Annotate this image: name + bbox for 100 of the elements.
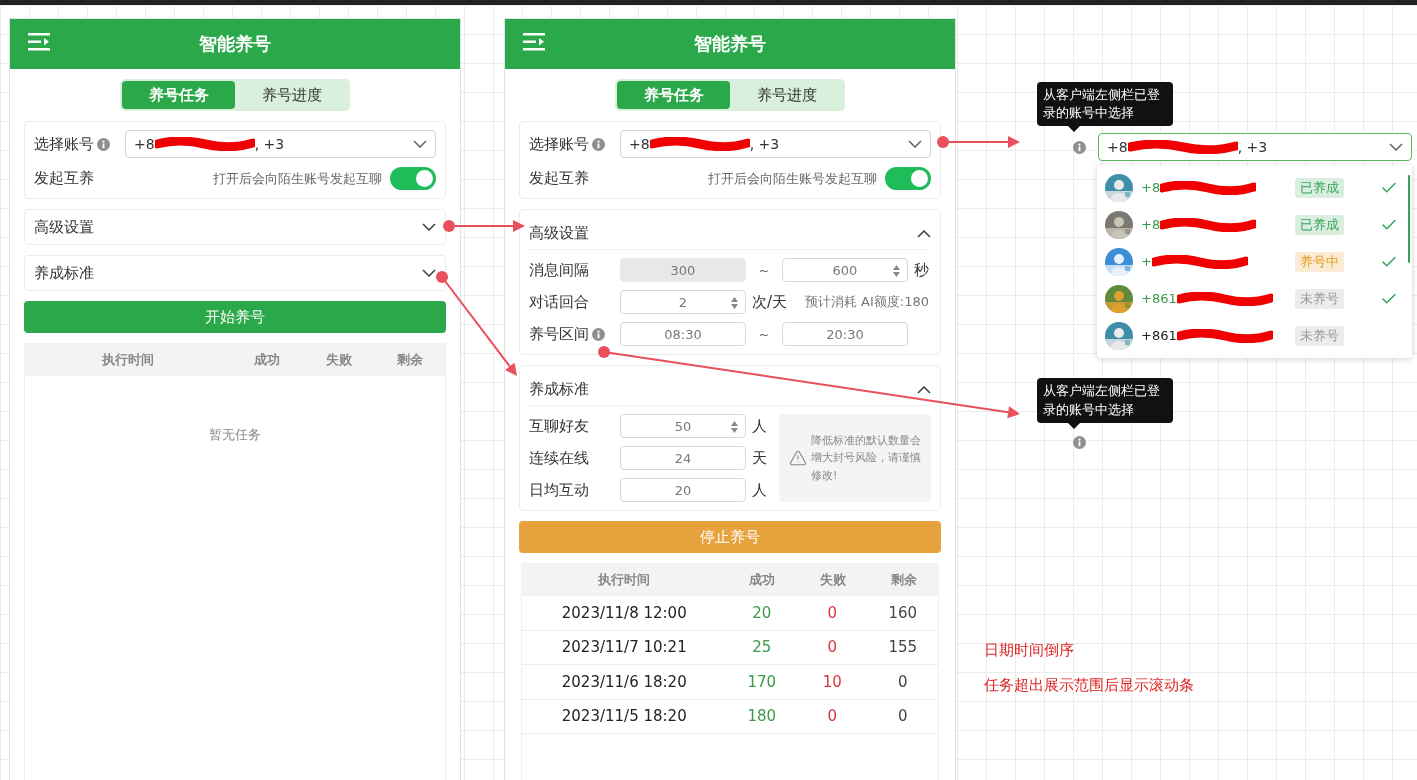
field-label: 养号区间 — [529, 324, 589, 344]
status-badge: 未养号 — [1295, 288, 1344, 309]
field-label: 发起互养 — [529, 169, 589, 188]
table-cell-text: 25 — [751, 638, 773, 657]
spinner-icon[interactable] — [730, 296, 739, 310]
number-field[interactable]: 2 — [620, 290, 746, 314]
number-field[interactable]: 50 — [620, 414, 746, 438]
tooltip-pointer — [1068, 126, 1080, 133]
chevron-down-icon — [413, 140, 427, 148]
info-icon[interactable] — [1073, 435, 1086, 449]
phone-number: +8 — [1141, 180, 1257, 196]
table-cell-text: 0 — [896, 672, 909, 691]
column-header: 失败 — [324, 350, 353, 369]
table-cell-text: 10 — [821, 672, 843, 691]
number-field[interactable]: 20:30 — [782, 322, 908, 346]
section-title[interactable]: 养成标准 — [529, 380, 917, 399]
column-header: 成功 — [253, 350, 282, 369]
tab[interactable]: 养号任务 — [122, 81, 235, 109]
chevron-up-icon[interactable] — [917, 385, 931, 394]
range-separator: ~ — [757, 326, 771, 342]
chevron-up-icon[interactable] — [917, 229, 931, 238]
table-cell-text: 2023/11/6 18:20 — [560, 672, 688, 691]
table-cell-text: 170 — [746, 672, 778, 691]
phone-number: +8 — [1141, 217, 1257, 233]
account-option[interactable]: +8 已养成 — [1097, 206, 1412, 244]
field-label: 发起互养 — [34, 169, 94, 188]
info-icon[interactable] — [97, 137, 110, 151]
phone-number: + — [1141, 254, 1248, 270]
table-cell-text: 0 — [896, 707, 909, 726]
number-field[interactable]: 600 — [782, 258, 908, 282]
field-label: 消息间隔 — [529, 260, 589, 280]
field-label: 互聊好友 — [529, 416, 589, 436]
scrollbar[interactable] — [1408, 175, 1410, 264]
usage-note: 预计消耗 AI额度:180 — [804, 293, 929, 311]
app-title: 智能养号 — [199, 32, 271, 56]
table-cell-text: 0 — [826, 638, 838, 657]
column-header: 失败 — [818, 570, 847, 589]
table-cell-text: 180 — [746, 707, 778, 726]
table-cell-text: 2023/11/5 18:20 — [560, 707, 688, 726]
toggle-switch[interactable] — [885, 167, 931, 190]
annotation-note: 日期时间倒序 — [984, 640, 1075, 660]
table-cell-text: 0 — [826, 707, 838, 726]
table-cell-text: 160 — [887, 603, 919, 622]
column-header: 执行时间 — [596, 570, 651, 589]
tab[interactable]: 养号任务 — [617, 81, 730, 109]
range-separator: ~ — [757, 262, 771, 278]
phone-number: +861 — [1141, 291, 1273, 307]
menu-icon[interactable] — [28, 33, 50, 51]
app-title: 智能养号 — [694, 32, 766, 56]
field-label: 对话回合 — [529, 292, 589, 312]
toggle-switch[interactable] — [390, 167, 436, 190]
account-option[interactable]: + 养号中 — [1097, 243, 1412, 281]
unit-label: 秒 — [914, 260, 929, 280]
account-option[interactable]: +861 未养号 — [1097, 280, 1412, 318]
warning-text: 降低标准的默认数量会增大封号风险，请谨慎修改! — [811, 432, 921, 484]
tooltip-pointer — [1068, 422, 1080, 429]
table-cell-text: 0 — [826, 603, 838, 622]
spinner-icon[interactable] — [730, 420, 739, 434]
column-header: 成功 — [747, 570, 776, 589]
number-field[interactable]: 20 — [620, 478, 746, 502]
status-badge: 已养成 — [1295, 177, 1344, 198]
column-header: 执行时间 — [100, 350, 155, 369]
info-icon[interactable] — [1073, 140, 1086, 154]
status-badge: 已养成 — [1295, 214, 1344, 235]
phone-number: +861 — [1141, 328, 1273, 344]
table-cell-text: 2023/11/7 10:21 — [560, 638, 688, 657]
column-header: 剩余 — [396, 350, 425, 369]
status-badge: 养号中 — [1295, 251, 1344, 272]
table-cell-text: 155 — [887, 638, 919, 657]
column-header: 剩余 — [889, 570, 918, 589]
section-title[interactable]: 高级设置 — [34, 217, 422, 237]
unit-label: 人 — [752, 416, 767, 436]
account-select[interactable]: +8 , +3 — [1098, 133, 1412, 162]
number-field[interactable]: 08:30 — [620, 322, 746, 346]
tab[interactable]: 养号进度 — [730, 81, 843, 109]
warning-icon — [789, 449, 807, 467]
account-option[interactable]: +861 未养号 — [1097, 317, 1412, 355]
account-select[interactable]: +8 , +3 — [620, 130, 931, 158]
chevron-down-icon[interactable] — [422, 269, 436, 277]
menu-icon[interactable] — [523, 33, 545, 51]
number-field[interactable]: 24 — [620, 446, 746, 470]
tooltip: 从客户端左侧栏已登录的账号中选择 — [1037, 378, 1173, 423]
unit-label: 次/天 — [752, 292, 788, 312]
unit-label: 天 — [752, 448, 767, 468]
info-icon[interactable] — [592, 137, 605, 151]
annotation-note: 任务超出展示范围后显示滚动条 — [984, 675, 1195, 695]
info-icon[interactable] — [592, 327, 605, 341]
section-title[interactable]: 高级设置 — [529, 224, 917, 243]
section-title[interactable]: 养成标准 — [34, 263, 422, 283]
toggle-hint: 打开后会向陌生账号发起互聊 — [708, 169, 877, 188]
account-select[interactable]: +8 , +3 — [125, 130, 436, 158]
status-badge: 未养号 — [1295, 325, 1344, 346]
start-button[interactable]: 开始养号 — [24, 301, 446, 333]
chevron-down-icon — [1389, 143, 1403, 152]
spinner-icon[interactable] — [892, 264, 901, 278]
table-cell-text: 2023/11/8 12:00 — [560, 603, 688, 622]
tab[interactable]: 养号进度 — [235, 81, 348, 109]
chevron-down-icon[interactable] — [422, 223, 436, 231]
account-option[interactable]: +8 已养成 — [1097, 169, 1412, 207]
chevron-down-icon — [908, 140, 922, 148]
